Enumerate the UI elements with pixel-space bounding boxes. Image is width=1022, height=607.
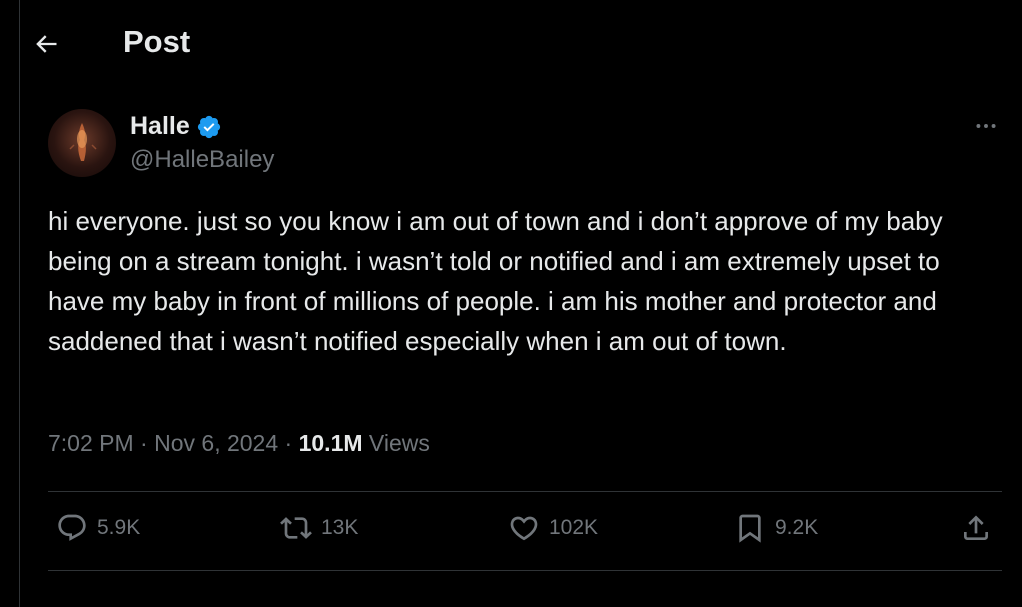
more-options-button[interactable] — [970, 112, 1002, 140]
author-name[interactable]: Halle — [130, 112, 222, 141]
author-name-text: Halle — [130, 112, 190, 140]
column-border — [19, 0, 20, 607]
page-title: Post — [123, 24, 191, 59]
repost-icon — [280, 517, 312, 539]
verified-badge-icon — [197, 115, 220, 138]
meta-separator: · — [284, 430, 299, 456]
share-button[interactable] — [960, 512, 992, 544]
meta-separator: · — [140, 430, 155, 456]
bookmark-count: 9.2K — [775, 516, 819, 539]
like-icon — [510, 516, 538, 541]
action-bar: 5.9K 13K 102K 9.2K — [48, 496, 1002, 568]
reply-icon — [58, 514, 86, 541]
like-count: 102K — [549, 516, 599, 539]
back-button[interactable] — [30, 28, 62, 60]
reply-button[interactable]: 5.9K — [56, 512, 140, 544]
tweet-text: hi everyone. just so you know i am out o… — [48, 206, 943, 356]
avatar[interactable] — [48, 109, 116, 177]
share-icon — [964, 515, 988, 540]
like-button[interactable]: 102K — [508, 512, 598, 544]
more-icon — [976, 124, 996, 128]
reply-count: 5.9K — [97, 516, 141, 539]
back-arrow-icon — [36, 35, 57, 53]
divider-bottom — [48, 570, 1002, 571]
bookmark-icon — [739, 514, 761, 543]
author-handle[interactable]: @HalleBailey — [130, 146, 274, 174]
divider-top — [48, 491, 1002, 492]
avatar-image — [69, 123, 97, 161]
tweet-date[interactable]: Nov 6, 2024 — [154, 430, 278, 456]
bookmark-button[interactable]: 9.2K — [734, 512, 818, 544]
views-count: 10.1M — [298, 430, 363, 456]
repost-count: 13K — [321, 516, 359, 539]
views-label: Views — [368, 430, 430, 456]
tweet-time[interactable]: 7:02 PM — [48, 430, 134, 456]
repost-button[interactable]: 13K — [280, 512, 358, 544]
tweet-meta: 7:02 PM · Nov 6, 2024 · 10.1M Views — [48, 430, 430, 457]
